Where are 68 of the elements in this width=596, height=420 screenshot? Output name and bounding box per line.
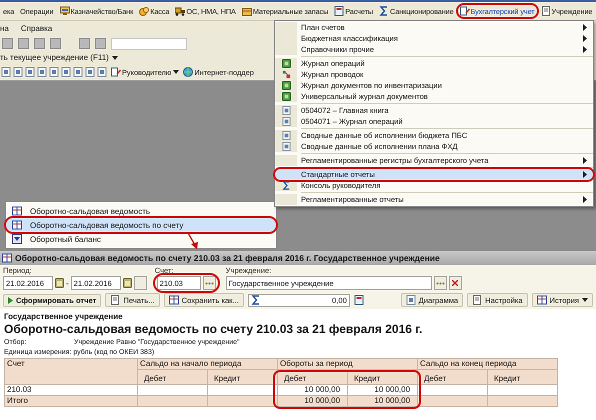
toolbar-icon[interactable] [50, 38, 61, 49]
calendar-icon[interactable] [122, 278, 132, 288]
play-icon [8, 296, 13, 304]
toolbar-icon[interactable] [34, 38, 45, 49]
calendar-icon[interactable] [55, 278, 64, 288]
column-header: Дебет [418, 370, 488, 384]
document-icon [110, 295, 120, 305]
caret-icon [112, 56, 118, 60]
sigma-icon [282, 181, 290, 190]
toolbar-icon[interactable] [79, 38, 90, 49]
table-cell: 10 000,00 [348, 396, 418, 406]
calculator-icon [354, 295, 364, 305]
period-button[interactable] [134, 276, 147, 290]
table-cell: 10 000,00 [278, 396, 348, 406]
report-heading: Оборотно-сальдовая ведомость по счету 210.03 за 21 февраля 2016 г. [4, 322, 424, 336]
truck-icon [175, 6, 186, 16]
select-button[interactable] [202, 276, 216, 290]
window-title: Оборотно-сальдовая ведомость по счету 210.03 за 21 февраля 2016 г. Государственное учреждение [0, 251, 596, 265]
caret-icon [582, 298, 588, 302]
table-cell: Итого [4, 396, 138, 406]
globe-icon [183, 67, 194, 77]
toolbar-icon[interactable] [18, 38, 29, 49]
toolbar-icon[interactable] [2, 38, 13, 49]
journal-icon [282, 59, 290, 68]
coins-icon [139, 6, 150, 16]
ledger-icon [111, 67, 121, 77]
ellipsis-icon [436, 282, 445, 284]
sigma-icon [379, 6, 389, 16]
column-header: Кредит [488, 370, 558, 384]
table-icon [536, 295, 547, 305]
close-icon [452, 280, 458, 286]
menu-item[interactable]: Оборотно-сальдовая ведомость [6, 204, 276, 218]
document-icon [472, 295, 482, 305]
select-button[interactable] [434, 276, 447, 290]
report-org: Государственное учреждение [4, 312, 124, 321]
calculator-icon [334, 6, 344, 16]
report-icon [406, 295, 416, 305]
menu-item[interactable]: Оборотный баланс [6, 232, 276, 246]
ellipsis-icon [204, 282, 214, 284]
column-header: Дебет [138, 370, 208, 384]
entries-icon [282, 70, 290, 79]
table-cell [138, 396, 208, 406]
table-icon [12, 206, 22, 216]
column-header: Счет [4, 358, 138, 384]
table-icon [168, 295, 179, 305]
monitor-icon [60, 6, 70, 16]
menu-tab[interactable]: Справка [20, 24, 52, 33]
column-header: Сальдо на конец периода [418, 358, 558, 370]
column-header: Кредит [208, 370, 278, 384]
table-icon [12, 220, 22, 230]
caret-icon [173, 70, 180, 74]
box-icon [242, 6, 252, 16]
range-separator: - [66, 278, 69, 288]
table-icon [2, 253, 12, 263]
clear-button[interactable] [448, 276, 462, 290]
menu-item[interactable]: Оборотно-сальдовая ведомость по счету [6, 218, 276, 232]
org-selector[interactable]: ть текущее учреждение (F11) [0, 53, 109, 62]
menu-tab[interactable]: на [0, 24, 9, 33]
submenu-arrow-icon [583, 196, 587, 203]
ledger-icon [460, 6, 470, 16]
table-cell [488, 396, 558, 406]
column-header: Сальдо на начало периода [138, 358, 278, 370]
search-field[interactable] [111, 38, 187, 50]
toolbar-icon[interactable] [95, 38, 106, 49]
balance-icon [12, 234, 22, 244]
document-icon [540, 6, 551, 16]
column-header: Обороты за период [278, 358, 418, 370]
sigma-icon [250, 295, 261, 305]
